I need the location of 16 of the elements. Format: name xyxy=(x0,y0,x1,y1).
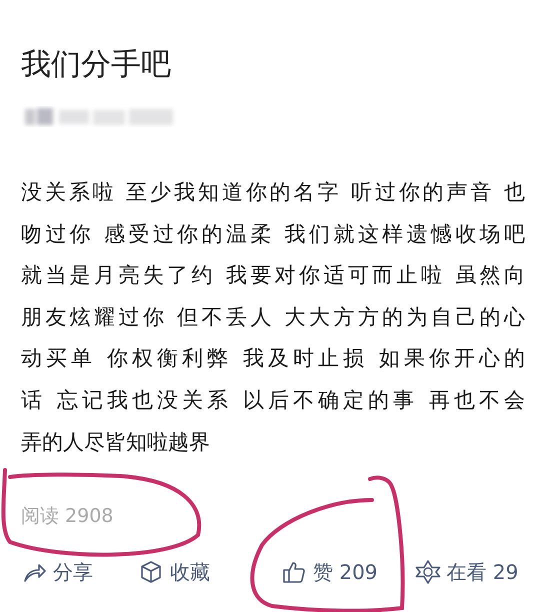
action-button[interactable]: 收藏 xyxy=(138,557,210,588)
action-button[interactable]: 分享 xyxy=(21,557,93,588)
read-count: 阅读 2908 xyxy=(21,504,114,530)
action-button[interactable]: 在看 29 xyxy=(414,557,518,588)
article-text-line: 动买单 你权衡利弊 我及时止损 如果你开心的 xyxy=(21,345,525,372)
article-title: 我们分手吧 xyxy=(21,46,172,84)
cube-icon xyxy=(138,559,164,586)
article-text-line: 没关系啦 至少我知道你的名字 听过你的声音 也 xyxy=(21,179,525,206)
action-button[interactable]: 赞 209 xyxy=(281,557,378,588)
article-text-line: 弄的人尽皆知啦越界 xyxy=(21,428,211,456)
article-text-line: 朋友炫耀过你 但不丢人 大大方方的为自己的心 xyxy=(21,304,525,331)
article-text-line: 吻过你 感受过你的温柔 我们就这样遗憾收场吧 xyxy=(21,220,525,248)
article-text-line: 话 忘记我也没关系 以后不确定的事 再也不会 xyxy=(21,386,525,414)
hexagram-icon xyxy=(414,559,441,586)
article-text-line: 就当是月亮失了约 我要对你适可而止啦 虽然向 xyxy=(21,262,525,290)
thumbs-up-icon xyxy=(281,559,307,586)
